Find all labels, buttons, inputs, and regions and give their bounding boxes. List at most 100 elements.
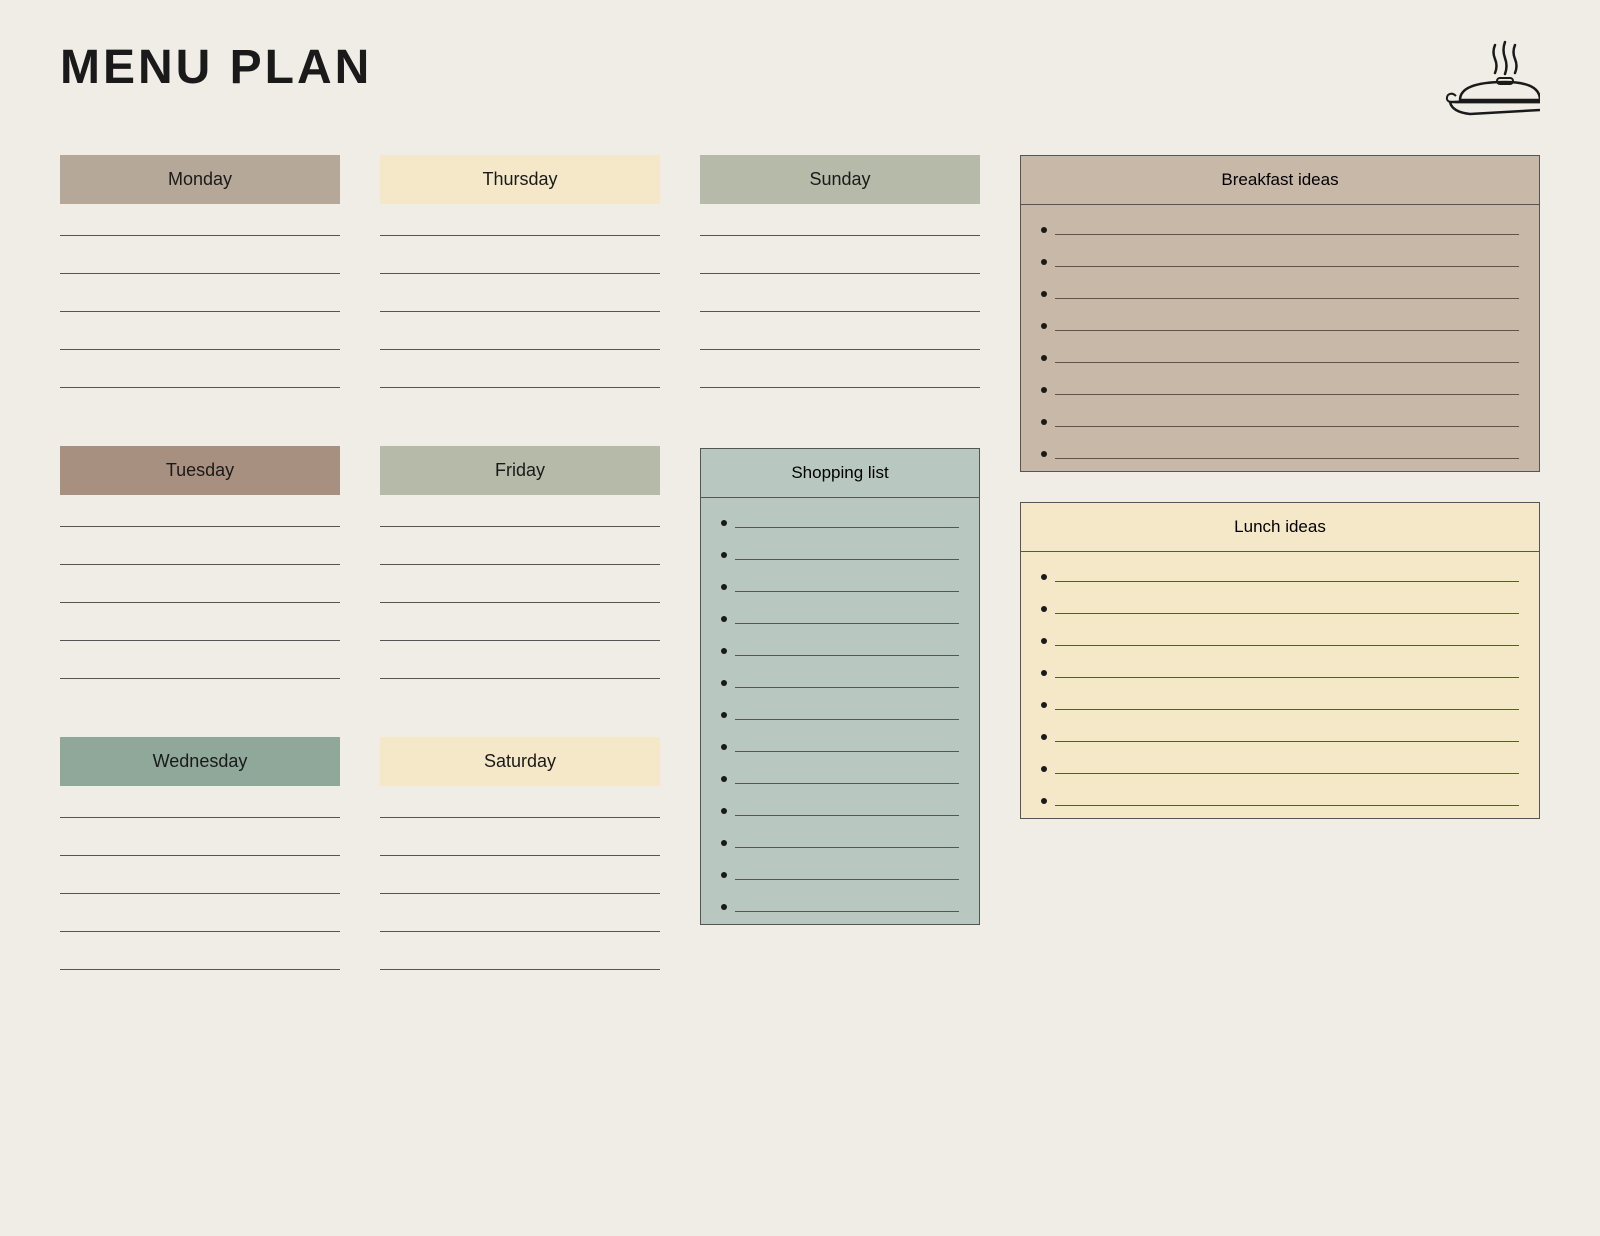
bullet-dot	[721, 840, 727, 846]
shopping-list-title: Shopping list	[701, 449, 979, 498]
tuesday-line-3[interactable]	[60, 583, 340, 603]
breakfast-item-8[interactable]	[1041, 441, 1519, 459]
friday-line-3[interactable]	[380, 583, 660, 603]
monday-line-4[interactable]	[60, 330, 340, 350]
lunch-item-1[interactable]	[1041, 564, 1519, 582]
friday-line-1[interactable]	[380, 507, 660, 527]
friday-line-4[interactable]	[380, 621, 660, 641]
saturday-line-3[interactable]	[380, 874, 660, 894]
monday-line-1[interactable]	[60, 216, 340, 236]
column-2: Thursday Friday	[380, 155, 660, 1028]
breakfast-item-4[interactable]	[1041, 313, 1519, 331]
saturday-lines	[380, 798, 660, 970]
breakfast-rule-7	[1055, 409, 1519, 427]
lunch-item-5[interactable]	[1041, 692, 1519, 710]
bullet-dot	[721, 808, 727, 814]
lunch-item-3[interactable]	[1041, 628, 1519, 646]
wednesday-label: Wednesday	[153, 751, 248, 772]
lunch-item-4[interactable]	[1041, 660, 1519, 678]
lunch-item-7[interactable]	[1041, 756, 1519, 774]
wednesday-line-3[interactable]	[60, 874, 340, 894]
breakfast-item-2[interactable]	[1041, 249, 1519, 267]
lunch-rule-5	[1055, 692, 1519, 710]
shopping-rule-8	[735, 734, 959, 752]
breakfast-item-6[interactable]	[1041, 377, 1519, 395]
shopping-item-7[interactable]	[721, 702, 959, 720]
tuesday-lines	[60, 507, 340, 679]
breakfast-item-5[interactable]	[1041, 345, 1519, 363]
column-1: Monday Tuesday	[60, 155, 340, 1028]
saturday-line-4[interactable]	[380, 912, 660, 932]
monday-line-5[interactable]	[60, 368, 340, 388]
shopping-item-6[interactable]	[721, 670, 959, 688]
saturday-line-5[interactable]	[380, 950, 660, 970]
bullet-dot	[1041, 419, 1047, 425]
lunch-item-6[interactable]	[1041, 724, 1519, 742]
shopping-item-2[interactable]	[721, 542, 959, 560]
breakfast-ideas-content	[1021, 205, 1539, 471]
sunday-line-5[interactable]	[700, 368, 980, 388]
shopping-item-1[interactable]	[721, 510, 959, 528]
tuesday-line-1[interactable]	[60, 507, 340, 527]
breakfast-item-7[interactable]	[1041, 409, 1519, 427]
shopping-item-13[interactable]	[721, 894, 959, 912]
lunch-rule-4	[1055, 660, 1519, 678]
wednesday-line-4[interactable]	[60, 912, 340, 932]
thursday-line-2[interactable]	[380, 254, 660, 274]
shopping-item-8[interactable]	[721, 734, 959, 752]
logo-icon	[1440, 40, 1540, 125]
wednesday-line-1[interactable]	[60, 798, 340, 818]
sunday-label: Sunday	[809, 169, 870, 190]
monday-line-2[interactable]	[60, 254, 340, 274]
thursday-line-5[interactable]	[380, 368, 660, 388]
friday-lines	[380, 507, 660, 679]
page-header: MENU PLAN	[60, 40, 1540, 125]
monday-line-3[interactable]	[60, 292, 340, 312]
wednesday-lines	[60, 798, 340, 970]
sunday-line-2[interactable]	[700, 254, 980, 274]
bullet-dot	[1041, 259, 1047, 265]
friday-section: Friday	[380, 446, 660, 709]
shopping-item-3[interactable]	[721, 574, 959, 592]
lunch-item-8[interactable]	[1041, 788, 1519, 806]
bullet-dot	[721, 616, 727, 622]
breakfast-item-3[interactable]	[1041, 281, 1519, 299]
breakfast-rule-8	[1055, 441, 1519, 459]
thursday-line-3[interactable]	[380, 292, 660, 312]
page-title: MENU PLAN	[60, 40, 372, 95]
shopping-rule-12	[735, 862, 959, 880]
sunday-line-4[interactable]	[700, 330, 980, 350]
bullet-dot	[721, 776, 727, 782]
bullet-dot	[721, 552, 727, 558]
saturday-line-2[interactable]	[380, 836, 660, 856]
sunday-line-1[interactable]	[700, 216, 980, 236]
shopping-item-10[interactable]	[721, 798, 959, 816]
breakfast-rule-5	[1055, 345, 1519, 363]
column-4: Breakfast ideas Lunch ideas	[1020, 155, 1540, 1028]
wednesday-line-2[interactable]	[60, 836, 340, 856]
tuesday-line-2[interactable]	[60, 545, 340, 565]
shopping-item-12[interactable]	[721, 862, 959, 880]
thursday-label: Thursday	[482, 169, 557, 190]
lunch-item-2[interactable]	[1041, 596, 1519, 614]
tuesday-line-4[interactable]	[60, 621, 340, 641]
friday-line-5[interactable]	[380, 659, 660, 679]
bullet-dot	[721, 584, 727, 590]
wednesday-line-5[interactable]	[60, 950, 340, 970]
breakfast-rule-6	[1055, 377, 1519, 395]
thursday-line-4[interactable]	[380, 330, 660, 350]
shopping-item-9[interactable]	[721, 766, 959, 784]
breakfast-ideas-title: Breakfast ideas	[1021, 156, 1539, 205]
bullet-dot	[1041, 574, 1047, 580]
saturday-section: Saturday	[380, 737, 660, 1000]
shopping-item-4[interactable]	[721, 606, 959, 624]
breakfast-item-1[interactable]	[1041, 217, 1519, 235]
shopping-item-5[interactable]	[721, 638, 959, 656]
saturday-line-1[interactable]	[380, 798, 660, 818]
bullet-dot	[1041, 355, 1047, 361]
tuesday-line-5[interactable]	[60, 659, 340, 679]
sunday-line-3[interactable]	[700, 292, 980, 312]
thursday-line-1[interactable]	[380, 216, 660, 236]
friday-line-2[interactable]	[380, 545, 660, 565]
shopping-item-11[interactable]	[721, 830, 959, 848]
